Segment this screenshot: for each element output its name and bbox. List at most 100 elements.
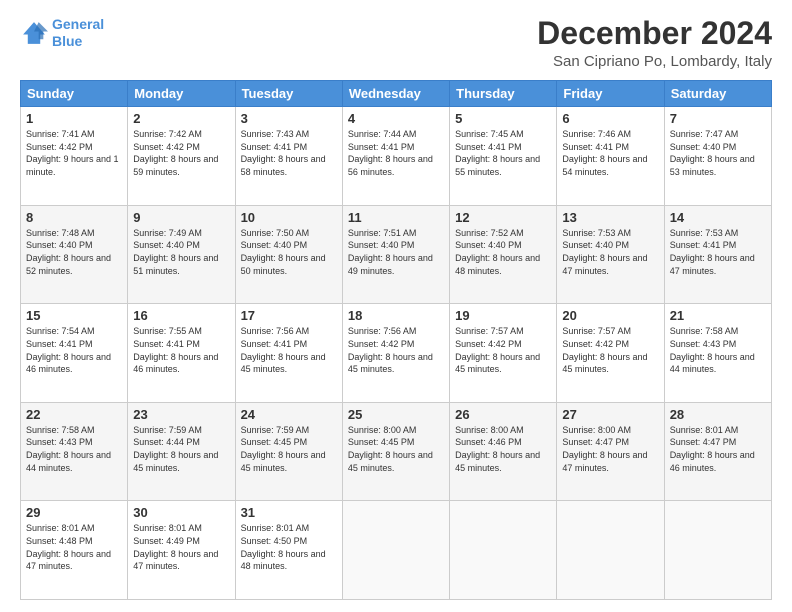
cell-text: Sunrise: 7:56 AM Sunset: 4:42 PM Dayligh…	[348, 325, 444, 375]
cell-text: Sunrise: 8:01 AM Sunset: 4:50 PM Dayligh…	[241, 522, 337, 572]
calendar-week-row: 1 Sunrise: 7:41 AM Sunset: 4:42 PM Dayli…	[21, 107, 772, 206]
cell-text: Sunrise: 7:55 AM Sunset: 4:41 PM Dayligh…	[133, 325, 229, 375]
day-number: 22	[26, 407, 122, 422]
table-row: 25 Sunrise: 8:00 AM Sunset: 4:45 PM Dayl…	[342, 402, 449, 501]
cell-text: Sunrise: 7:53 AM Sunset: 4:41 PM Dayligh…	[670, 227, 766, 277]
table-row: 16 Sunrise: 7:55 AM Sunset: 4:41 PM Dayl…	[128, 304, 235, 403]
day-number: 19	[455, 308, 551, 323]
table-row: 10 Sunrise: 7:50 AM Sunset: 4:40 PM Dayl…	[235, 205, 342, 304]
day-number: 20	[562, 308, 658, 323]
day-number: 29	[26, 505, 122, 520]
cell-text: Sunrise: 8:00 AM Sunset: 4:47 PM Dayligh…	[562, 424, 658, 474]
table-row: 18 Sunrise: 7:56 AM Sunset: 4:42 PM Dayl…	[342, 304, 449, 403]
cell-text: Sunrise: 7:57 AM Sunset: 4:42 PM Dayligh…	[455, 325, 551, 375]
table-row: 5 Sunrise: 7:45 AM Sunset: 4:41 PM Dayli…	[450, 107, 557, 206]
cell-text: Sunrise: 7:50 AM Sunset: 4:40 PM Dayligh…	[241, 227, 337, 277]
location-title: San Cipriano Po, Lombardy, Italy	[537, 53, 772, 70]
cell-text: Sunrise: 7:48 AM Sunset: 4:40 PM Dayligh…	[26, 227, 122, 277]
empty-cell	[557, 501, 664, 600]
day-number: 18	[348, 308, 444, 323]
logo-icon	[20, 19, 48, 47]
day-number: 5	[455, 111, 551, 126]
day-number: 9	[133, 210, 229, 225]
table-row: 27 Sunrise: 8:00 AM Sunset: 4:47 PM Dayl…	[557, 402, 664, 501]
table-row: 14 Sunrise: 7:53 AM Sunset: 4:41 PM Dayl…	[664, 205, 771, 304]
day-number: 26	[455, 407, 551, 422]
cell-text: Sunrise: 8:01 AM Sunset: 4:48 PM Dayligh…	[26, 522, 122, 572]
table-row: 13 Sunrise: 7:53 AM Sunset: 4:40 PM Dayl…	[557, 205, 664, 304]
col-monday: Monday	[128, 81, 235, 107]
day-number: 25	[348, 407, 444, 422]
table-row: 19 Sunrise: 7:57 AM Sunset: 4:42 PM Dayl…	[450, 304, 557, 403]
table-row: 26 Sunrise: 8:00 AM Sunset: 4:46 PM Dayl…	[450, 402, 557, 501]
cell-text: Sunrise: 8:01 AM Sunset: 4:47 PM Dayligh…	[670, 424, 766, 474]
table-row: 20 Sunrise: 7:57 AM Sunset: 4:42 PM Dayl…	[557, 304, 664, 403]
day-number: 31	[241, 505, 337, 520]
day-number: 16	[133, 308, 229, 323]
calendar-week-row: 29 Sunrise: 8:01 AM Sunset: 4:48 PM Dayl…	[21, 501, 772, 600]
table-row: 2 Sunrise: 7:42 AM Sunset: 4:42 PM Dayli…	[128, 107, 235, 206]
cell-text: Sunrise: 7:45 AM Sunset: 4:41 PM Dayligh…	[455, 128, 551, 178]
table-row: 1 Sunrise: 7:41 AM Sunset: 4:42 PM Dayli…	[21, 107, 128, 206]
table-row: 30 Sunrise: 8:01 AM Sunset: 4:49 PM Dayl…	[128, 501, 235, 600]
cell-text: Sunrise: 7:59 AM Sunset: 4:44 PM Dayligh…	[133, 424, 229, 474]
col-friday: Friday	[557, 81, 664, 107]
cell-text: Sunrise: 7:49 AM Sunset: 4:40 PM Dayligh…	[133, 227, 229, 277]
logo-line1: General	[52, 16, 104, 32]
empty-cell	[450, 501, 557, 600]
cell-text: Sunrise: 7:57 AM Sunset: 4:42 PM Dayligh…	[562, 325, 658, 375]
day-number: 3	[241, 111, 337, 126]
calendar-week-row: 15 Sunrise: 7:54 AM Sunset: 4:41 PM Dayl…	[21, 304, 772, 403]
day-number: 21	[670, 308, 766, 323]
day-number: 23	[133, 407, 229, 422]
empty-cell	[664, 501, 771, 600]
col-thursday: Thursday	[450, 81, 557, 107]
col-sunday: Sunday	[21, 81, 128, 107]
cell-text: Sunrise: 7:52 AM Sunset: 4:40 PM Dayligh…	[455, 227, 551, 277]
day-number: 1	[26, 111, 122, 126]
cell-text: Sunrise: 7:56 AM Sunset: 4:41 PM Dayligh…	[241, 325, 337, 375]
col-wednesday: Wednesday	[342, 81, 449, 107]
table-row: 11 Sunrise: 7:51 AM Sunset: 4:40 PM Dayl…	[342, 205, 449, 304]
cell-text: Sunrise: 7:46 AM Sunset: 4:41 PM Dayligh…	[562, 128, 658, 178]
day-number: 24	[241, 407, 337, 422]
cell-text: Sunrise: 7:44 AM Sunset: 4:41 PM Dayligh…	[348, 128, 444, 178]
day-number: 13	[562, 210, 658, 225]
logo-line2: Blue	[52, 33, 82, 49]
logo: General Blue	[20, 16, 104, 50]
table-row: 15 Sunrise: 7:54 AM Sunset: 4:41 PM Dayl…	[21, 304, 128, 403]
calendar-table: Sunday Monday Tuesday Wednesday Thursday…	[20, 80, 772, 600]
col-saturday: Saturday	[664, 81, 771, 107]
table-row: 17 Sunrise: 7:56 AM Sunset: 4:41 PM Dayl…	[235, 304, 342, 403]
table-row: 28 Sunrise: 8:01 AM Sunset: 4:47 PM Dayl…	[664, 402, 771, 501]
cell-text: Sunrise: 7:58 AM Sunset: 4:43 PM Dayligh…	[670, 325, 766, 375]
table-row: 29 Sunrise: 8:01 AM Sunset: 4:48 PM Dayl…	[21, 501, 128, 600]
header: General Blue December 2024 San Cipriano …	[20, 16, 772, 70]
day-number: 11	[348, 210, 444, 225]
day-number: 10	[241, 210, 337, 225]
cell-text: Sunrise: 7:59 AM Sunset: 4:45 PM Dayligh…	[241, 424, 337, 474]
table-row: 21 Sunrise: 7:58 AM Sunset: 4:43 PM Dayl…	[664, 304, 771, 403]
cell-text: Sunrise: 7:54 AM Sunset: 4:41 PM Dayligh…	[26, 325, 122, 375]
table-row: 23 Sunrise: 7:59 AM Sunset: 4:44 PM Dayl…	[128, 402, 235, 501]
cell-text: Sunrise: 7:41 AM Sunset: 4:42 PM Dayligh…	[26, 128, 122, 178]
title-section: December 2024 San Cipriano Po, Lombardy,…	[537, 16, 772, 70]
cell-text: Sunrise: 7:42 AM Sunset: 4:42 PM Dayligh…	[133, 128, 229, 178]
day-number: 4	[348, 111, 444, 126]
day-number: 30	[133, 505, 229, 520]
table-row: 8 Sunrise: 7:48 AM Sunset: 4:40 PM Dayli…	[21, 205, 128, 304]
day-number: 17	[241, 308, 337, 323]
day-number: 28	[670, 407, 766, 422]
table-row: 7 Sunrise: 7:47 AM Sunset: 4:40 PM Dayli…	[664, 107, 771, 206]
cell-text: Sunrise: 8:00 AM Sunset: 4:46 PM Dayligh…	[455, 424, 551, 474]
cell-text: Sunrise: 7:47 AM Sunset: 4:40 PM Dayligh…	[670, 128, 766, 178]
cell-text: Sunrise: 7:51 AM Sunset: 4:40 PM Dayligh…	[348, 227, 444, 277]
day-number: 12	[455, 210, 551, 225]
calendar-week-row: 22 Sunrise: 7:58 AM Sunset: 4:43 PM Dayl…	[21, 402, 772, 501]
month-title: December 2024	[537, 16, 772, 51]
table-row: 3 Sunrise: 7:43 AM Sunset: 4:41 PM Dayli…	[235, 107, 342, 206]
table-row: 31 Sunrise: 8:01 AM Sunset: 4:50 PM Dayl…	[235, 501, 342, 600]
logo-text: General Blue	[52, 16, 104, 50]
day-number: 14	[670, 210, 766, 225]
cell-text: Sunrise: 8:00 AM Sunset: 4:45 PM Dayligh…	[348, 424, 444, 474]
